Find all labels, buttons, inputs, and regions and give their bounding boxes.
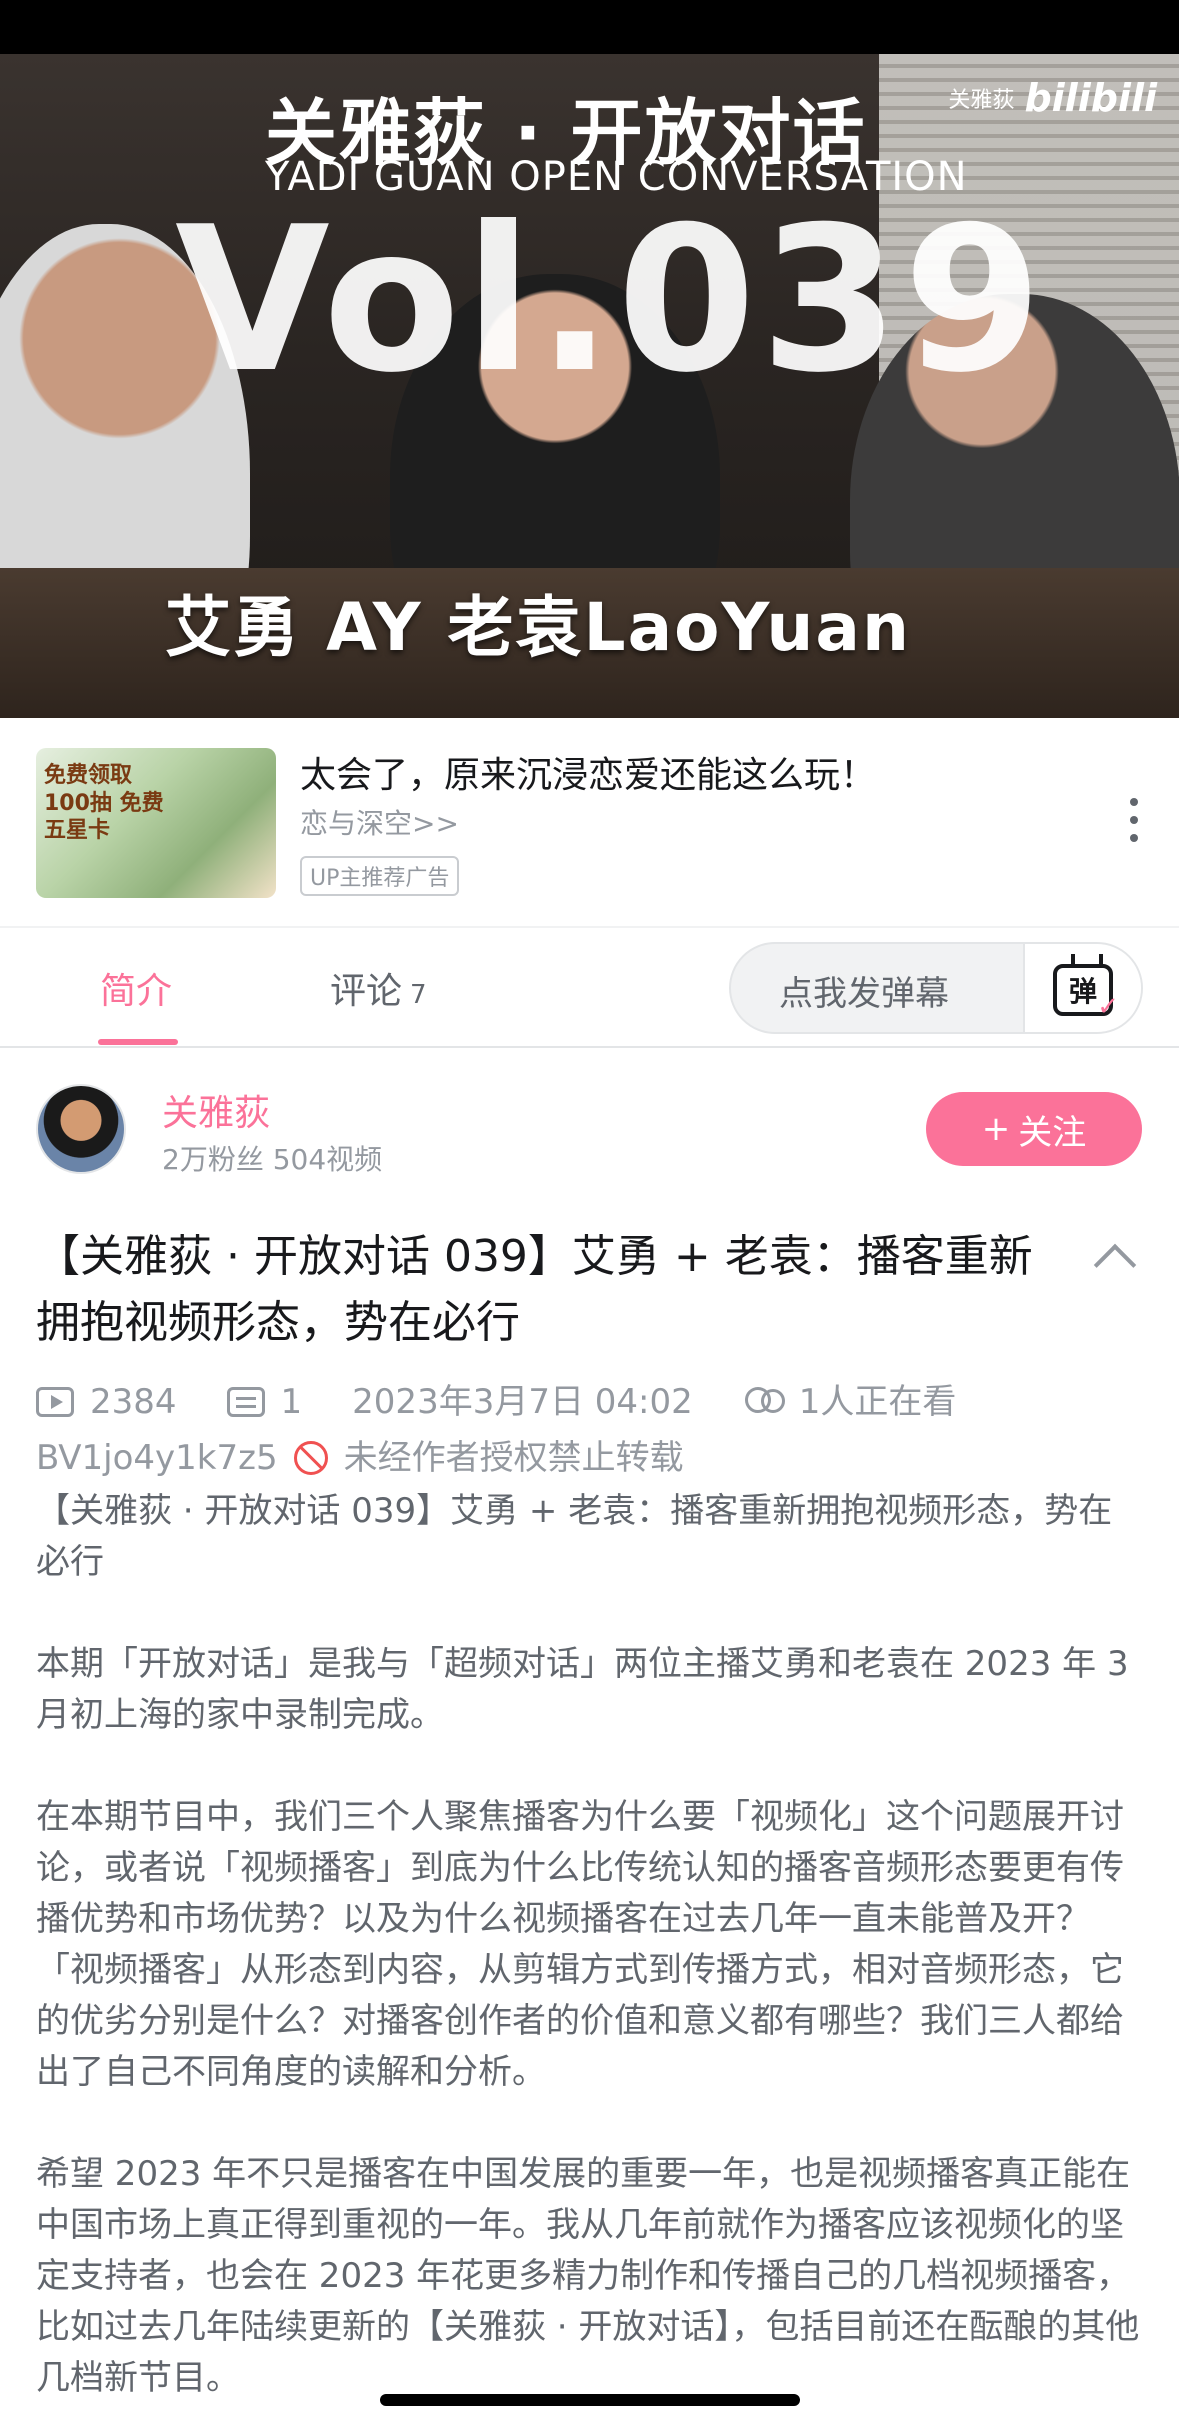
cover-watermark: 关雅荻 bilibili [948, 76, 1157, 120]
watching-icon [743, 1387, 785, 1417]
check-icon: ✓ [1097, 992, 1119, 1022]
home-indicator [380, 2394, 800, 2406]
danmaku-bar: 点我发弹幕 弹 ✓ [729, 942, 1143, 1034]
view-count: 2384 [90, 1382, 177, 1422]
ad-title[interactable]: 太会了，原来沉浸恋爱还能这么玩！ [300, 746, 876, 798]
meta-row-id: BV1jo4y1k7z5 未经作者授权禁止转载 [36, 1430, 1146, 1486]
description-paragraph: 本期「开放对话」是我与「超频对话」两位主播艾勇和老袁在 2023 年 3 月初上… [36, 1644, 1129, 1735]
danmaku-input[interactable]: 点我发弹幕 [779, 966, 949, 1015]
cover-volume: Vol.039 [175, 184, 1047, 417]
avatar[interactable] [36, 1084, 126, 1174]
video-title: 【关雅荻 · 开放对话 039】艾勇 + 老袁：播客重新拥抱视频形态，势在必行 [36, 1231, 1033, 1348]
uploader-row: 关雅荻 2万粉丝 504视频 + 关注 [0, 1048, 1179, 1198]
tab-intro[interactable]: 简介 [100, 962, 172, 1014]
copyright-notice: 未经作者授权禁止转载 [343, 1438, 684, 1478]
ad-thumbnail-text: 免费领取100抽 免费五星卡 [44, 763, 164, 843]
no-repost-icon [293, 1441, 328, 1475]
video-description: 【关雅荻 · 开放对话 039】艾勇 + 老袁：播客重新拥抱视频形态，势在必行 … [36, 1486, 1146, 2432]
danmaku-toggle-button[interactable]: 弹 ✓ [1023, 944, 1141, 1032]
tab-active-indicator [98, 1039, 178, 1045]
danmaku-count: 1 [280, 1382, 303, 1422]
publish-date: 2023年3月7日 04:02 [352, 1382, 693, 1422]
play-count-icon [36, 1387, 74, 1417]
meta-row-stats: 2384 1 2023年3月7日 04:02 1人正在看 [36, 1374, 1146, 1430]
watching-count: 1人正在看 [798, 1382, 957, 1422]
ad-banner[interactable]: 免费领取100抽 免费五星卡 太会了，原来沉浸恋爱还能这么玩！ 恋与深空>> U… [0, 718, 1179, 928]
tab-comments[interactable]: 评论 7 [330, 962, 427, 1014]
cover-brand-en: YADI GUAN OPEN CONVERSATION [265, 154, 968, 200]
watermark-name: 关雅荻 [948, 88, 1015, 113]
plus-icon: + [981, 1109, 1011, 1149]
danmaku-icon-char: 弹 [1068, 975, 1097, 1008]
description-paragraph: 希望 2023 年不只是播客在中国发展的重要一年，也是视频播客真正能在中国市场上… [36, 2154, 1140, 2398]
bilibili-logo-icon: bilibili [1024, 76, 1157, 120]
ad-thumbnail[interactable]: 免费领取100抽 免费五星卡 [36, 748, 276, 898]
tab-bar: 简介 评论 7 点我发弹幕 弹 ✓ [0, 928, 1179, 1048]
status-bar [0, 0, 1179, 54]
danmaku-count-icon [226, 1387, 265, 1417]
uploader-stats: 2万粉丝 504视频 [162, 1143, 383, 1176]
ad-tag: UP主推荐广告 [300, 856, 460, 896]
video-player[interactable]: Vol.039 关雅荻 · 开放对话 YADI GUAN OPEN CONVER… [0, 54, 1179, 718]
follow-label: 关注 [1018, 1112, 1087, 1153]
ad-link[interactable]: 恋与深空>> [300, 802, 459, 842]
more-options-icon[interactable] [1129, 798, 1139, 842]
video-meta: 2384 1 2023年3月7日 04:02 1人正在看 BV1jo4y1k7z… [36, 1374, 1146, 1486]
tab-comments-label: 评论 [330, 971, 403, 1012]
chevron-up-icon[interactable] [1093, 1243, 1137, 1287]
description-paragraph: 【关雅荻 · 开放对话 039】艾勇 + 老袁：播客重新拥抱视频形态，势在必行 [36, 1491, 1113, 1582]
uploader-name[interactable]: 关雅荻 [162, 1084, 270, 1136]
bvid[interactable]: BV1jo4y1k7z5 [36, 1430, 278, 1486]
cover-guest-names: 艾勇 AY 老袁LaoYuan [165, 589, 911, 666]
description-paragraph: 在本期节目中，我们三个人聚焦播客为什么要「视频化」这个问题展开讨论，或者说「视频… [36, 1797, 1124, 2092]
tab-comments-count: 7 [410, 980, 427, 1010]
danmaku-icon: 弹 ✓ [1053, 964, 1119, 1022]
follow-button[interactable]: + 关注 [926, 1092, 1142, 1166]
